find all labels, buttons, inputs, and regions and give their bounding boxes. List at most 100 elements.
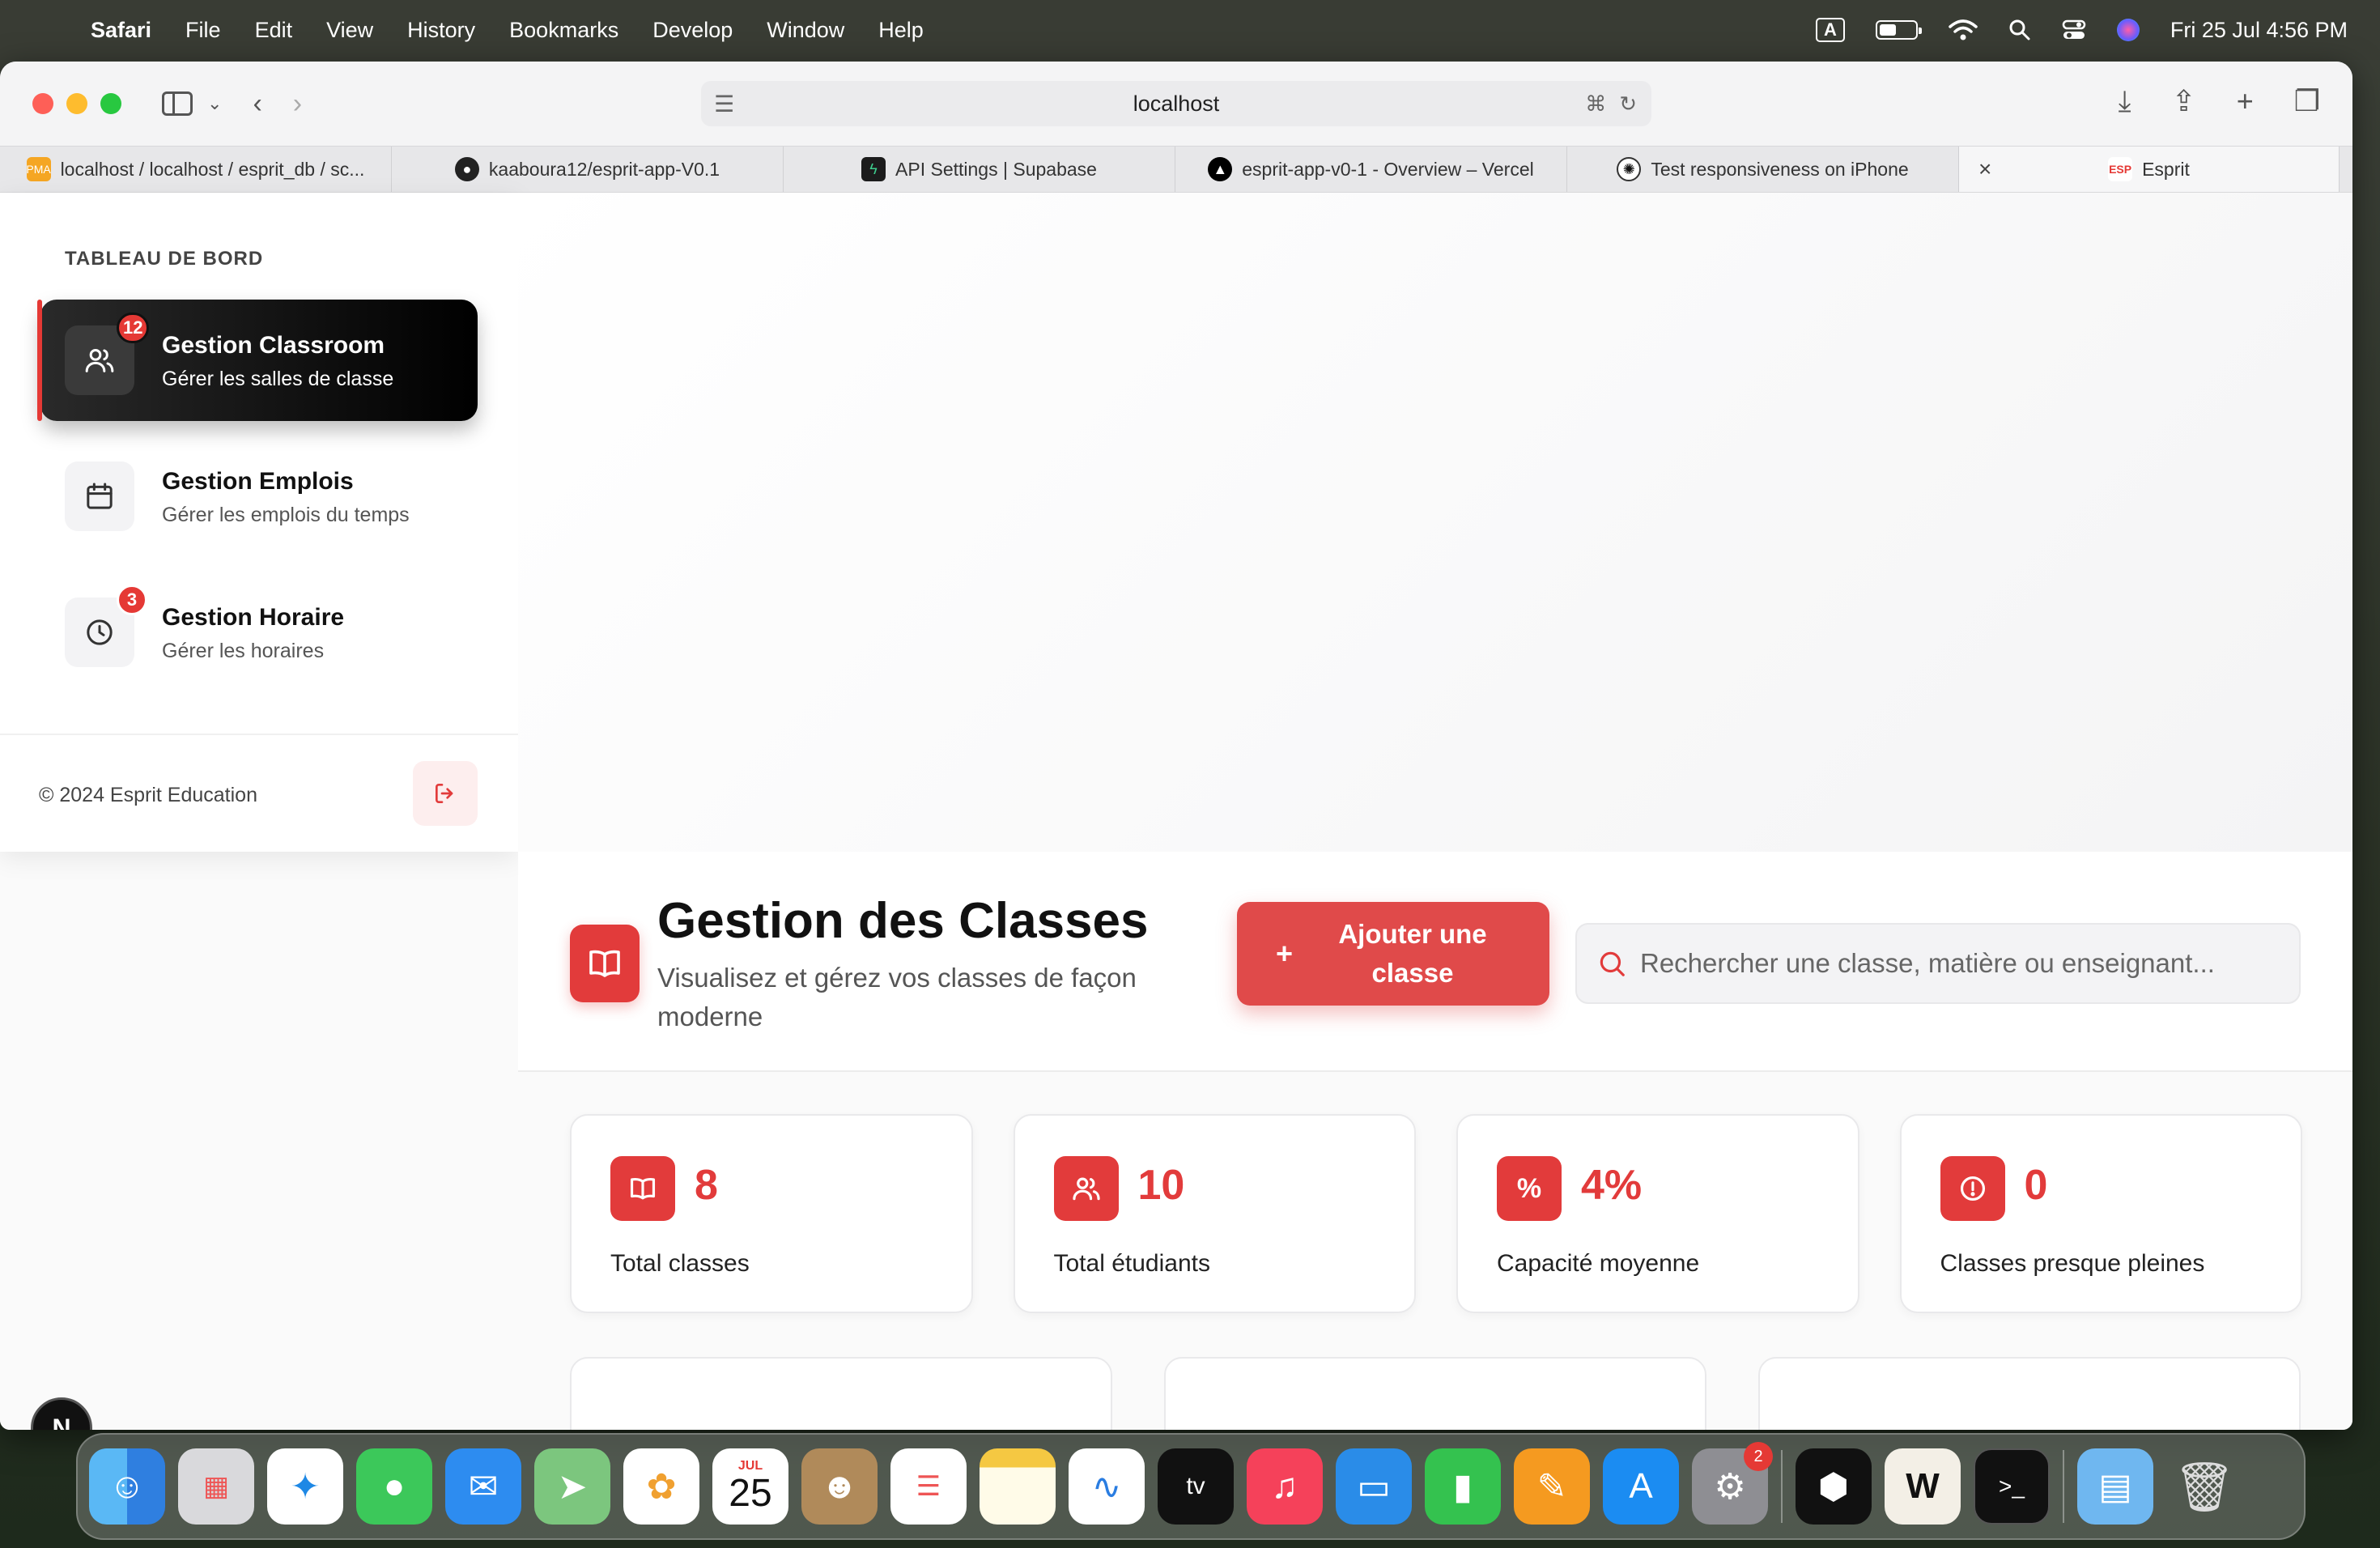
dock-separator: [1781, 1450, 1783, 1523]
sidebar-item-subtitle: Gérer les emplois du temps: [162, 504, 410, 526]
contacts-icon[interactable]: ☻: [801, 1448, 878, 1525]
apple-tv-icon[interactable]: tv: [1158, 1448, 1234, 1525]
tab-overview-icon[interactable]: ❐: [2294, 84, 2320, 119]
app-store-icon[interactable]: A: [1603, 1448, 1679, 1525]
nextjs-dev-indicator[interactable]: N: [31, 1397, 92, 1430]
copyright-text: © 2024 Esprit Education: [39, 784, 257, 806]
search-input[interactable]: [1640, 948, 2288, 979]
logout-button[interactable]: [413, 761, 478, 826]
downloads-folder-icon[interactable]: ▤: [2077, 1448, 2153, 1525]
page-title: Gestion des Classes: [657, 893, 1149, 949]
sidebar-item-classroom[interactable]: 12 Gestion Classroom Gérer les salles de…: [37, 300, 478, 421]
spotlight-search-icon[interactable]: [2008, 19, 2031, 41]
tab-supabase[interactable]: ϟ API Settings | Supabase: [784, 147, 1175, 192]
finder-icon[interactable]: ☺: [89, 1448, 165, 1525]
stat-value: 0: [2024, 1162, 2048, 1209]
stat-value: 4%: [1581, 1162, 1643, 1209]
dock-separator: [2063, 1450, 2064, 1523]
sidebar-item-subtitle: Gérer les salles de classe: [162, 368, 394, 390]
book-icon: [610, 1156, 675, 1221]
zoom-window-button[interactable]: [100, 93, 121, 114]
tab-esprit-active[interactable]: × ESP Esprit: [1959, 147, 2340, 192]
share-icon[interactable]: ⇪: [2172, 84, 2196, 119]
stats-row: 8 Total classes 10 Total étudiants % 4% …: [570, 1114, 2302, 1313]
search-field[interactable]: [1575, 923, 2301, 1004]
dock: ☺ ▦ ✦ ● ✉ ➤ ✿ JUL 25 ☻ ☰ ∿ tv ♫ ▭ ▮ ✎ A …: [76, 1433, 2306, 1540]
tab-github[interactable]: ● kaaboura12/esprit-app-V0.1: [392, 147, 784, 192]
close-window-button[interactable]: [32, 93, 53, 114]
downloads-icon[interactable]: ⤓: [2119, 84, 2131, 119]
system-settings-icon[interactable]: ⚙ 2: [1692, 1442, 1773, 1525]
class-card[interactable]: [1164, 1357, 1706, 1430]
reminders-icon[interactable]: ☰: [890, 1448, 967, 1525]
tab-label: Test responsiveness on iPhone: [1651, 158, 1909, 180]
tab-label: kaaboura12/esprit-app-V0.1: [488, 158, 720, 180]
notification-badge: 12: [117, 313, 150, 343]
translate-icon[interactable]: ⌘: [1585, 91, 1606, 117]
browser-window: ⌄ ‹ › ☰ localhost ⌘ ↻ ⤓ ⇪ + ❐ PMA localh…: [0, 62, 2352, 1430]
minimize-window-button[interactable]: [66, 93, 87, 114]
photos-icon[interactable]: ✿: [623, 1448, 699, 1525]
launchpad-icon[interactable]: ▦: [178, 1448, 254, 1525]
chevron-down-icon[interactable]: ⌄: [207, 93, 222, 114]
music-icon[interactable]: ♫: [1247, 1448, 1323, 1525]
menu-bookmarks[interactable]: Bookmarks: [509, 18, 618, 43]
menu-history[interactable]: History: [407, 18, 475, 43]
sidebar-item-emplois[interactable]: Gestion Emplois Gérer les emplois du tem…: [40, 436, 478, 557]
stat-value: 8: [695, 1162, 718, 1209]
menu-window[interactable]: Window: [767, 18, 844, 43]
sidebar-item-subtitle: Gérer les horaires: [162, 640, 325, 662]
back-button[interactable]: ‹: [253, 88, 261, 120]
calendar-icon: [65, 461, 134, 531]
keynote-icon[interactable]: ▭: [1336, 1448, 1412, 1525]
siri-icon[interactable]: [2116, 19, 2140, 41]
notes-icon[interactable]: [980, 1448, 1056, 1525]
class-card[interactable]: [1758, 1357, 2301, 1430]
safari-icon[interactable]: ✦: [267, 1448, 343, 1525]
battery-icon[interactable]: [1875, 20, 1922, 40]
toolbar-right: ⤓ ⇪ + ❐: [2119, 84, 2320, 119]
warp-app-icon[interactable]: W: [1885, 1448, 1961, 1525]
menu-view[interactable]: View: [326, 18, 373, 43]
pages-icon[interactable]: ✎: [1514, 1448, 1590, 1525]
sidebar-toggle-button[interactable]: [162, 91, 193, 116]
menu-help[interactable]: Help: [878, 18, 924, 43]
menu-app-name[interactable]: Safari: [91, 18, 151, 43]
freeform-icon[interactable]: ∿: [1069, 1448, 1145, 1525]
github-icon: ●: [454, 157, 479, 181]
page-subtitle: Visualisez et gérez vos classes de façon…: [657, 963, 1137, 1031]
menu-file[interactable]: File: [185, 18, 221, 43]
reload-icon[interactable]: ↻: [1619, 91, 1637, 117]
input-source-indicator[interactable]: A: [1816, 18, 1845, 42]
plus-icon: +: [1276, 937, 1294, 970]
dashboard-sidebar: TABLEAU DE BORD 12 Gestion Classroom Gér…: [0, 193, 518, 852]
sidebar-item-title: Gestion Classroom: [162, 332, 385, 359]
phpmyadmin-icon: PMA: [26, 157, 51, 181]
calendar-app-icon[interactable]: JUL 25: [712, 1448, 788, 1525]
menu-develop[interactable]: Develop: [652, 18, 733, 43]
close-tab-icon[interactable]: ×: [1978, 156, 1991, 182]
new-tab-icon[interactable]: +: [2237, 84, 2254, 119]
add-class-button[interactable]: + Ajouter une classe: [1237, 902, 1549, 1006]
tab-phpmyadmin[interactable]: PMA localhost / localhost / esprit_db / …: [0, 147, 392, 192]
mail-icon[interactable]: ✉: [445, 1448, 521, 1525]
cursor-app-icon[interactable]: ⬢: [1796, 1448, 1872, 1525]
control-center-icon[interactable]: [2062, 19, 2086, 41]
page-menu-icon[interactable]: ☰: [714, 91, 734, 117]
trash-icon[interactable]: 🗑: [2166, 1448, 2242, 1525]
forward-button[interactable]: ›: [293, 88, 302, 120]
address-bar[interactable]: ☰ localhost ⌘ ↻: [701, 81, 1651, 126]
tab-vercel[interactable]: ▲ esprit-app-v0-1 - Overview – Vercel: [1175, 147, 1567, 192]
messages-icon[interactable]: ●: [356, 1448, 432, 1525]
numbers-icon[interactable]: ▮: [1425, 1448, 1501, 1525]
wifi-icon[interactable]: [1949, 19, 1978, 41]
terminal-icon[interactable]: >_: [1974, 1448, 2050, 1525]
stat-card-average-capacity: % 4% Capacité moyenne: [1456, 1114, 1859, 1313]
maps-icon[interactable]: ➤: [534, 1448, 610, 1525]
stat-card-total-classes: 8 Total classes: [570, 1114, 973, 1313]
sidebar-item-horaire[interactable]: 3 Gestion Horaire Gérer les horaires: [40, 572, 478, 693]
menu-edit[interactable]: Edit: [255, 18, 293, 43]
class-card[interactable]: [570, 1357, 1112, 1430]
tab-chatgpt[interactable]: ✺ Test responsiveness on iPhone: [1567, 147, 1959, 192]
menu-bar-clock[interactable]: Fri 25 Jul 4:56 PM: [2170, 18, 2348, 43]
